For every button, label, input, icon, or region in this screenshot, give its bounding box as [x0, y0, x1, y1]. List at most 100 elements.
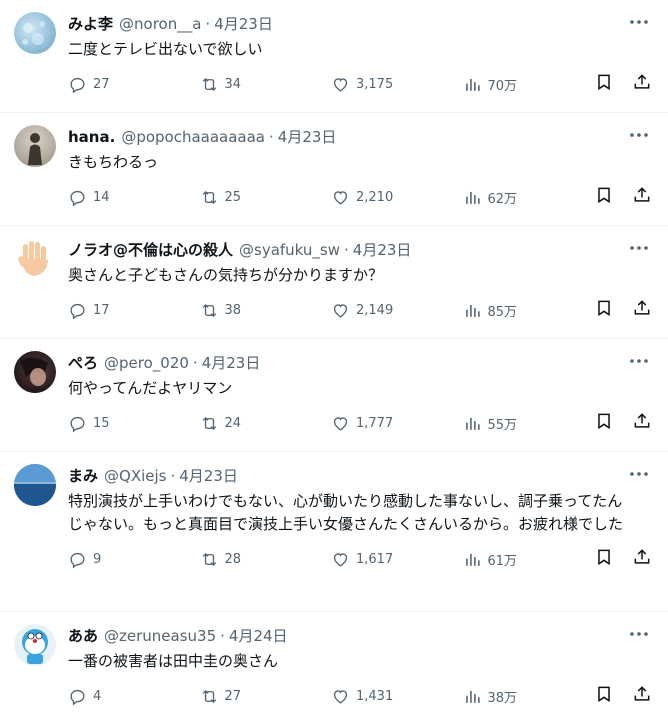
more-dots-icon[interactable] [628, 466, 650, 482]
repost-button[interactable]: 27 [200, 687, 332, 706]
like-button[interactable]: 1,777 [331, 414, 463, 433]
share-button[interactable] [632, 411, 652, 435]
reply-button[interactable]: 15 [68, 414, 200, 433]
reply-button[interactable]: 14 [68, 188, 200, 207]
views-button[interactable]: 85万 [463, 301, 595, 320]
bookmark-button[interactable] [594, 411, 614, 435]
bookmark-button[interactable] [594, 298, 614, 322]
heart-icon [333, 416, 348, 431]
action-bar: 17 38 2,149 85万 [68, 291, 652, 329]
tweet-date[interactable]: 4月23日 [202, 353, 261, 373]
separator-dot: · [170, 467, 176, 485]
handle[interactable]: @syafuku_sw [239, 240, 340, 260]
views-count: 38万 [487, 690, 518, 706]
repost-button[interactable]: 28 [200, 550, 332, 569]
like-button[interactable]: 1,431 [331, 687, 463, 706]
display-name[interactable]: hana. [68, 127, 115, 147]
share-button[interactable] [632, 684, 652, 708]
tweet-date[interactable]: 4月23日 [353, 240, 412, 260]
share-button[interactable] [632, 298, 652, 322]
share-button[interactable] [632, 185, 652, 209]
tweet-date[interactable]: 4月23日 [179, 466, 238, 486]
share-icon [634, 686, 650, 701]
reply-icon [70, 303, 85, 319]
avatar-image [14, 464, 56, 506]
heart-icon [333, 190, 348, 205]
bookmark-icon [598, 686, 610, 703]
avatar[interactable] [14, 125, 56, 167]
display-name[interactable]: みよ李 [68, 14, 113, 34]
tweet-text: 二度とテレビ出ないで欲しい [68, 40, 263, 58]
display-name[interactable]: ぺろ [68, 353, 98, 373]
repost-button[interactable]: 34 [200, 75, 332, 94]
avatar[interactable] [14, 624, 56, 666]
handle[interactable]: @zeruneasu35 [104, 626, 216, 646]
reply-button[interactable]: 9 [68, 550, 200, 569]
separator-dot: · [205, 15, 211, 33]
like-count: 2,149 [356, 302, 394, 318]
share-button[interactable] [632, 72, 652, 96]
tweet[interactable]: みよ李 @noron__a · 4月23日 二度とテレビ出ないで欲しい 27 3… [0, 0, 668, 113]
tweet[interactable]: ぺろ @pero_020 · 4月23日 何やってんだよヤリマン 15 24 1… [0, 339, 668, 452]
avatar[interactable] [14, 238, 56, 280]
bookmark-button[interactable] [594, 547, 614, 571]
display-name[interactable]: ああ [68, 626, 98, 646]
handle[interactable]: @popochaaaaaaaa [121, 127, 265, 147]
handle[interactable]: @QXiejs [104, 466, 166, 486]
tweet[interactable]: ああ @zeruneasu35 · 4月24日 一番の被害者は田中圭の奥さん 4… [0, 612, 668, 721]
views-count: 70万 [487, 78, 518, 94]
more-dots-icon[interactable] [628, 240, 650, 256]
avatar[interactable] [14, 12, 56, 54]
avatar[interactable] [14, 351, 56, 393]
tweet-date[interactable]: 4月24日 [229, 626, 288, 646]
tweet[interactable]: ノラオ@不倫は心の殺人 @syafuku_sw · 4月23日 奥さんと子どもさ… [0, 226, 668, 339]
reply-button[interactable]: 17 [68, 301, 200, 320]
like-button[interactable]: 2,149 [331, 301, 463, 320]
reply-button[interactable]: 4 [68, 687, 200, 706]
display-name[interactable]: まみ [68, 466, 98, 486]
share-icon [634, 413, 650, 428]
tweet[interactable]: まみ @QXiejs · 4月23日 特別演技が上手いわけでもない、心が動いたり… [0, 452, 668, 612]
more-dots-icon[interactable] [628, 14, 650, 30]
tweet-header: まみ @QXiejs · 4月23日 [68, 466, 652, 486]
reply-icon [70, 416, 85, 432]
bookmark-button[interactable] [594, 684, 614, 708]
like-button[interactable]: 1,617 [331, 550, 463, 569]
views-button[interactable]: 61万 [463, 550, 595, 569]
repost-button[interactable]: 24 [200, 414, 332, 433]
tweet[interactable]: hana. @popochaaaaaaaa · 4月23日 きもちわるっ 14 … [0, 113, 668, 226]
separator-dot: · [269, 128, 274, 146]
bookmark-icon [598, 549, 610, 566]
views-button[interactable]: 38万 [463, 687, 595, 706]
avatar[interactable] [14, 464, 56, 506]
tweet-date[interactable]: 4月23日 [214, 14, 273, 34]
handle[interactable]: @noron__a [119, 14, 201, 34]
views-icon [465, 78, 480, 91]
more-dots-icon[interactable] [628, 626, 650, 642]
tweet-header: ノラオ@不倫は心の殺人 @syafuku_sw · 4月23日 [68, 240, 652, 260]
bookmark-button[interactable] [594, 185, 614, 209]
repost-count: 38 [224, 302, 242, 318]
handle[interactable]: @pero_020 [104, 353, 189, 373]
more-dots-icon[interactable] [628, 353, 650, 369]
like-button[interactable]: 3,175 [331, 75, 463, 94]
display-name[interactable]: ノラオ@不倫は心の殺人 [68, 240, 233, 260]
repost-button[interactable]: 25 [200, 188, 332, 207]
views-button[interactable]: 70万 [463, 75, 595, 94]
heart-icon [333, 552, 348, 567]
views-button[interactable]: 55万 [463, 414, 595, 433]
more-dots-icon[interactable] [628, 127, 650, 143]
tweet-date[interactable]: 4月23日 [278, 127, 337, 147]
views-button[interactable]: 62万 [463, 188, 595, 207]
like-count: 1,777 [356, 415, 394, 431]
reply-button[interactable]: 27 [68, 75, 200, 94]
share-button[interactable] [632, 547, 652, 571]
repost-icon [202, 77, 216, 91]
bookmark-button[interactable] [594, 72, 614, 96]
tweet-text: 一番の被害者は田中圭の奥さん [68, 652, 279, 670]
bookmark-icon [598, 74, 610, 91]
repost-button[interactable]: 38 [200, 301, 332, 320]
like-button[interactable]: 2,210 [331, 188, 463, 207]
reply-count: 9 [93, 551, 102, 567]
avatar-image [22, 21, 45, 45]
